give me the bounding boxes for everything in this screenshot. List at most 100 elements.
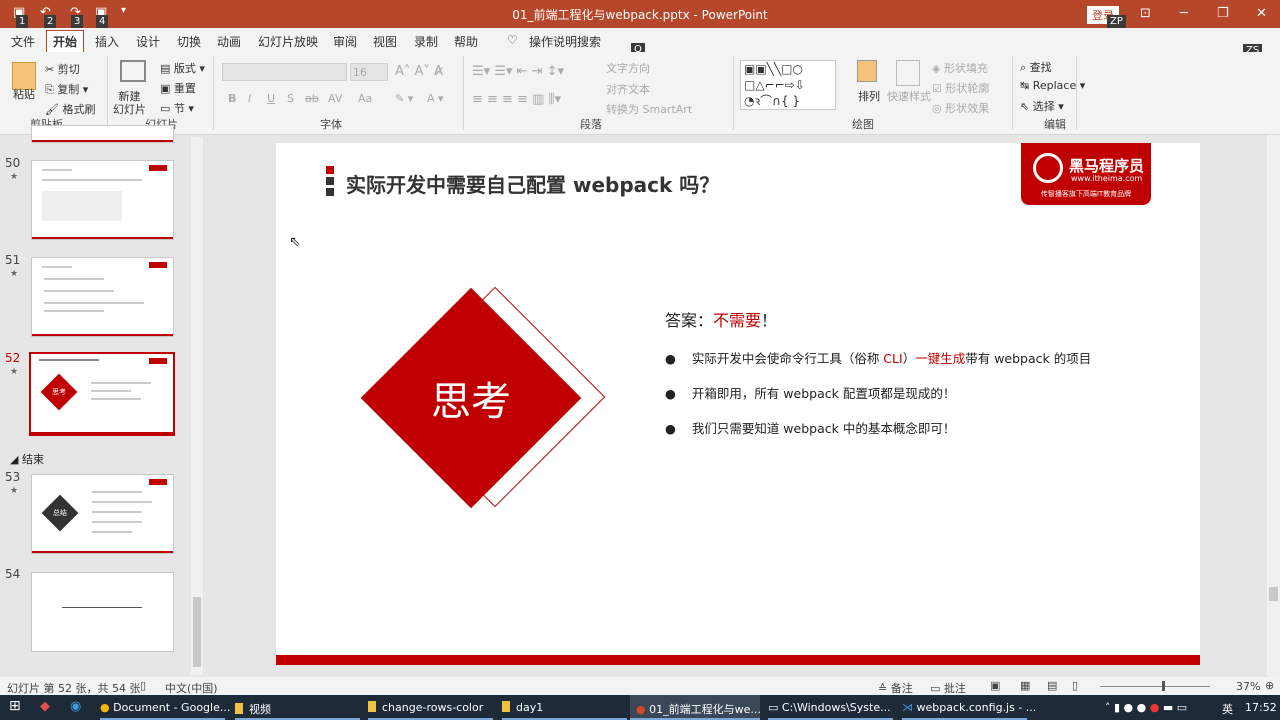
cut-label: 剪切	[57, 63, 80, 76]
strikethrough-button[interactable]: ab	[305, 92, 319, 105]
shape-fill-button[interactable]: ◈ 形状填充	[932, 60, 988, 76]
paste-button[interactable]: 粘贴	[13, 86, 35, 102]
new-slide-button[interactable]: 新建 幻灯片	[113, 90, 146, 116]
select-button[interactable]: ⇖ 选择 ▾	[1020, 98, 1064, 114]
highlight-icon[interactable]: ✎ ▾	[395, 92, 413, 105]
ribbon-display-icon[interactable]: ⊡	[1140, 6, 1151, 21]
slide-thumbnail-51[interactable]	[31, 257, 174, 337]
horse-logo-icon	[1033, 153, 1063, 183]
copy-button[interactable]: ⎘ 复制 ▾	[45, 81, 88, 97]
char-spacing-button[interactable]: AV	[328, 92, 342, 105]
slideshow-view-icon[interactable]: ▯	[1072, 679, 1078, 692]
quick-styles-icon[interactable]	[896, 60, 920, 86]
shadow-button[interactable]: S	[287, 92, 294, 105]
tab-design[interactable]: 设计	[136, 33, 160, 50]
thumbnails-scrollbar[interactable]	[191, 137, 203, 675]
zoom-slider-thumb[interactable]	[1162, 681, 1165, 691]
windows-start-icon[interactable]: ⊞	[9, 695, 21, 720]
tray-icons[interactable]: ˄ ▮ ● ● ● ▬ ▭	[1105, 695, 1187, 720]
find-button[interactable]: ⌕ 查找	[1020, 59, 1052, 75]
taskbar-label: C:\Windows\Syste...	[781, 701, 891, 714]
section-label: 节	[173, 102, 185, 115]
shapes-gallery[interactable]: ▣▣╲╲□○ □△⌐⌐⇨⇩ ◔ꝛ⌒∩{ }	[740, 60, 836, 110]
section-header[interactable]: ◢ 结束	[10, 451, 44, 467]
bullet-text: 带有 webpack 的项目	[965, 351, 1092, 366]
slide-thumbnail-50[interactable]	[31, 160, 174, 240]
convert-smartart-button[interactable]: 转换为 SmartArt	[606, 101, 692, 117]
tab-slideshow[interactable]: 幻灯片放映	[258, 33, 318, 50]
section-button[interactable]: ▭ 节 ▾	[160, 100, 194, 116]
taskbar-item-folder[interactable]: change-rows-color	[368, 695, 493, 720]
shape-outline-button[interactable]: ☑ 形状轮廓	[932, 80, 989, 96]
language-indicator[interactable]: 中文(中国)	[165, 680, 218, 696]
comments-button[interactable]: ▭ 批注	[930, 680, 966, 696]
tab-file[interactable]: 文件	[11, 33, 35, 50]
tab-record[interactable]: 录制	[414, 33, 438, 50]
slide-scrollbar[interactable]	[1267, 135, 1280, 677]
arrange-button[interactable]: 排列	[858, 88, 880, 104]
taskbar-item-chrome[interactable]: ● Document - Google...	[100, 695, 230, 720]
close-button[interactable]: ✕	[1256, 6, 1267, 21]
reset-button[interactable]: ▣ 重置	[160, 80, 196, 96]
align-buttons[interactable]: ≡ ≡ ≡ ≡ ▥ ⫼▾	[472, 92, 561, 107]
slide-thumbnail-52[interactable]: 思考	[29, 352, 175, 436]
layout-label: 版式	[173, 62, 196, 75]
slide-canvas[interactable]: 实际开发中需要自己配置 webpack 吗？ 黑马程序员 www.itheima…	[276, 143, 1200, 665]
tab-animations[interactable]: 动画	[217, 33, 241, 50]
grow-font-icon[interactable]: A˄ A˅ A̷	[395, 64, 443, 79]
ime-indicator[interactable]: 英	[1222, 695, 1233, 720]
slide-thumbnail-53[interactable]: 总结	[31, 474, 174, 554]
format-painter-button[interactable]: 🖌 格式刷	[45, 101, 95, 117]
spellcheck-icon[interactable]: ▯	[140, 679, 146, 692]
tab-transitions[interactable]: 切换	[177, 33, 201, 50]
layout-button[interactable]: ▤ 版式 ▾	[160, 60, 205, 76]
taskbar-label: webpack.config.js - ...	[916, 701, 1037, 714]
bold-button[interactable]: B	[228, 92, 236, 105]
minimize-button[interactable]: ─	[1180, 6, 1188, 21]
reading-view-icon[interactable]: ▤	[1047, 679, 1057, 692]
tell-me-search[interactable]: 操作说明搜索	[529, 33, 601, 50]
slide-thumbnail-49[interactable]	[31, 125, 174, 143]
taskbar-item-folder[interactable]: day1	[502, 695, 627, 720]
normal-view-icon[interactable]: ▣	[990, 679, 1000, 692]
zoom-slider[interactable]	[1100, 686, 1210, 687]
list-buttons[interactable]: ☰▾ ☰▾ ⇤ ⇥ ↕▾	[472, 64, 564, 79]
tab-review[interactable]: 审阅	[333, 33, 357, 50]
tab-insert[interactable]: 插入	[95, 33, 119, 50]
underline-button[interactable]: U	[267, 92, 275, 105]
quick-styles-button[interactable]: 快速样式	[887, 88, 931, 104]
group-label: 段落	[580, 118, 602, 131]
taskbar-item-vscode[interactable]: ⋊ webpack.config.js - ...	[902, 695, 1036, 720]
bullet-text: 实际开发中会使命令行工具（俗称	[691, 351, 884, 366]
slide-thumbnail-54[interactable]	[31, 572, 174, 652]
taskbar-item-folder[interactable]: 视频	[235, 695, 360, 720]
font-size-select[interactable]: 16	[350, 63, 388, 81]
tab-view[interactable]: 视图	[373, 33, 397, 50]
diamond-text: 思考	[431, 379, 511, 425]
taskbar-label: 视频	[249, 703, 271, 716]
shape-effects-button[interactable]: ◎ 形状效果	[932, 100, 989, 116]
new-slide-icon[interactable]	[120, 60, 146, 82]
answer-value: 不需要	[713, 311, 762, 330]
zoom-level[interactable]: 37%	[1236, 680, 1260, 693]
cut-button[interactable]: ✂ 剪切	[45, 61, 80, 77]
clock[interactable]: 17:52	[1245, 695, 1277, 720]
edge-icon[interactable]: ◉	[70, 695, 81, 720]
font-name-select[interactable]	[222, 63, 347, 81]
italic-button[interactable]: I	[248, 92, 251, 105]
arrange-icon[interactable]	[857, 60, 877, 82]
tab-help[interactable]: 帮助	[454, 33, 478, 50]
fit-to-window-icon[interactable]: ⊕	[1265, 679, 1274, 692]
app-icon[interactable]: ◆	[40, 695, 50, 720]
title-marker	[326, 166, 334, 174]
tab-home[interactable]: 开始	[46, 30, 85, 54]
change-case-button[interactable]: Aa	[358, 92, 372, 105]
slide-sorter-icon[interactable]: ▦	[1020, 679, 1030, 692]
font-color-icon[interactable]: A ▾	[427, 92, 444, 105]
taskbar-item-cmd[interactable]: ▭ C:\Windows\Syste...	[768, 695, 893, 720]
align-text-button[interactable]: 对齐文本	[606, 81, 650, 97]
restore-button[interactable]: ❐	[1217, 6, 1229, 21]
text-direction-button[interactable]: 文字方向	[606, 60, 650, 76]
taskbar-item-powerpoint[interactable]: ● 01_前端工程化与we...	[630, 695, 761, 720]
notes-button[interactable]: ≙ 备注	[878, 680, 913, 696]
